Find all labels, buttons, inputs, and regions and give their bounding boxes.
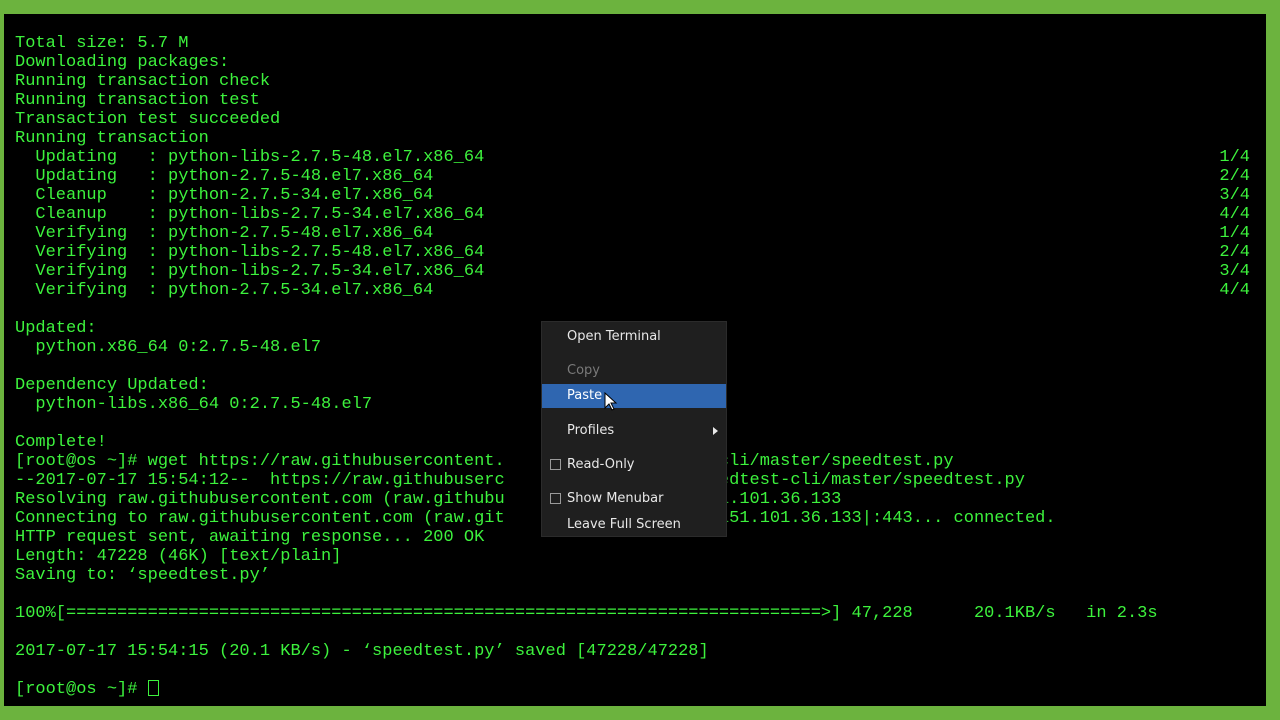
terminal-line-progress: 1/4 xyxy=(1219,224,1250,243)
terminal-line-text: Downloading packages: xyxy=(15,53,230,72)
menu-item-show-menubar[interactable]: Show Menubar xyxy=(542,487,726,511)
terminal-line-text: python-libs.x86_64 0:2.7.5-48.el7 xyxy=(15,395,373,414)
terminal-line: Updating : python-libs-2.7.5-48.el7.x86_… xyxy=(15,148,1250,167)
submenu-arrow-icon xyxy=(713,427,718,435)
terminal-line: 100%[===================================… xyxy=(15,604,1250,623)
terminal-line: Cleanup : python-libs-2.7.5-34.el7.x86_6… xyxy=(15,205,1250,224)
terminal-line: Saving to: ‘speedtest.py’ xyxy=(15,566,1250,585)
terminal-line: Updating : python-2.7.5-48.el7.x86_64 2/4 xyxy=(15,167,1250,186)
terminal-line-text: 2017-07-17 15:54:15 (20.1 KB/s) - ‘speed… xyxy=(15,642,709,661)
terminal-line-text: Saving to: ‘speedtest.py’ xyxy=(15,566,271,585)
terminal-prompt-line[interactable]: [root@os ~]# xyxy=(15,680,1250,699)
menu-item-label: Copy xyxy=(567,363,600,378)
terminal-line-progress: 2/4 xyxy=(1219,243,1250,262)
menu-item-label: Profiles xyxy=(567,423,615,438)
terminal-line: Running transaction check xyxy=(15,72,1250,91)
terminal-line: Verifying : python-2.7.5-48.el7.x86_64 1/… xyxy=(15,224,1250,243)
terminal-line-text: Running transaction xyxy=(15,129,209,148)
terminal-line-text: Verifying : python-libs-2.7.5-34.el7.x86… xyxy=(15,262,485,281)
terminal-line-text: Verifying : python-libs-2.7.5-48.el7.x86… xyxy=(15,243,485,262)
menu-item-copy: Copy xyxy=(542,359,726,383)
terminal-line-text: Cleanup : python-2.7.5-34.el7.x86_64 xyxy=(15,186,434,205)
menu-item-label: Open Terminal xyxy=(567,329,661,344)
terminal-line: Cleanup : python-2.7.5-34.el7.x86_64 3/4 xyxy=(15,186,1250,205)
terminal-line-text: Transaction test succeeded xyxy=(15,110,281,129)
terminal-line: Total size: 5.7 M xyxy=(15,34,1250,53)
terminal-line-progress: 2/4 xyxy=(1219,167,1250,186)
terminal-line: Running transaction test xyxy=(15,91,1250,110)
terminal-line: Verifying : python-libs-2.7.5-48.el7.x86… xyxy=(15,243,1250,262)
terminal-line-text: Total size: 5.7 M xyxy=(15,34,189,53)
menu-item-read-only[interactable]: Read-Only xyxy=(542,453,726,477)
terminal-line-text: python.x86_64 0:2.7.5-48.el7 xyxy=(15,338,322,357)
menu-item-paste[interactable]: Paste xyxy=(542,384,726,408)
terminal-line-progress: 4/4 xyxy=(1219,205,1250,224)
terminal-line-text: --2017-07-17 15:54:12-- https://raw.gith… xyxy=(15,471,1025,490)
terminal-line-text: Verifying : python-2.7.5-34.el7.x86_64 xyxy=(15,281,434,300)
menu-item-profiles[interactable]: Profiles xyxy=(542,419,726,443)
terminal-line-progress: 4/4 xyxy=(1219,281,1250,300)
terminal-line-text: Cleanup : python-libs-2.7.5-34.el7.x86_6… xyxy=(15,205,485,224)
menu-item-label: Read-Only xyxy=(567,457,635,472)
terminal-line-text: Updated: xyxy=(15,319,97,338)
terminal-line-text: HTTP request sent, awaiting response... … xyxy=(15,528,485,547)
menu-item-label: Show Menubar xyxy=(567,491,664,506)
menu-item-leave-full-screen[interactable]: Leave Full Screen xyxy=(542,513,726,537)
terminal-line-text: [root@os ~]# wget https://raw.githubuser… xyxy=(15,452,954,471)
text-cursor xyxy=(147,680,159,696)
terminal-line: Transaction test succeeded xyxy=(15,110,1250,129)
shell-prompt: [root@os ~]# xyxy=(15,680,148,699)
context-menu: Open Terminal Copy Paste Profiles Read-O… xyxy=(541,321,727,537)
terminal-line-text: Connecting to raw.githubusercontent.com … xyxy=(15,509,1056,528)
terminal-line: Downloading packages: xyxy=(15,53,1250,72)
terminal-line-text: Verifying : python-2.7.5-48.el7.x86_64 xyxy=(15,224,434,243)
terminal-line-text: Length: 47228 (46K) [text/plain] xyxy=(15,547,342,566)
menu-item-label: Paste xyxy=(567,388,603,403)
terminal-line-text: Updating : python-2.7.5-48.el7.x86_64 xyxy=(15,167,434,186)
terminal-line-text: Running transaction check xyxy=(15,72,271,91)
terminal-line-text: Complete! xyxy=(15,433,107,452)
terminal-line-text: Updating : python-libs-2.7.5-48.el7.x86_… xyxy=(15,148,485,167)
checkbox-icon[interactable] xyxy=(550,459,561,470)
checkbox-icon[interactable] xyxy=(550,493,561,504)
menu-item-open-terminal[interactable]: Open Terminal xyxy=(542,325,726,349)
terminal-line: Verifying : python-libs-2.7.5-34.el7.x86… xyxy=(15,262,1250,281)
terminal-line: Length: 47228 (46K) [text/plain] xyxy=(15,547,1250,566)
terminal-line-progress: 3/4 xyxy=(1219,186,1250,205)
terminal-line-text: Dependency Updated: xyxy=(15,376,209,395)
menu-item-label: Leave Full Screen xyxy=(567,517,681,532)
terminal-line-progress: 1/4 xyxy=(1219,148,1250,167)
mouse-pointer-icon xyxy=(604,392,618,411)
terminal-line-text: 100%[===================================… xyxy=(15,604,1158,623)
terminal-line-text: Running transaction test xyxy=(15,91,260,110)
terminal-line: Running transaction xyxy=(15,129,1250,148)
terminal-line: 2017-07-17 15:54:15 (20.1 KB/s) - ‘speed… xyxy=(15,642,1250,661)
terminal-line: Verifying : python-2.7.5-34.el7.x86_64 4/… xyxy=(15,281,1250,300)
terminal-line-progress: 3/4 xyxy=(1219,262,1250,281)
